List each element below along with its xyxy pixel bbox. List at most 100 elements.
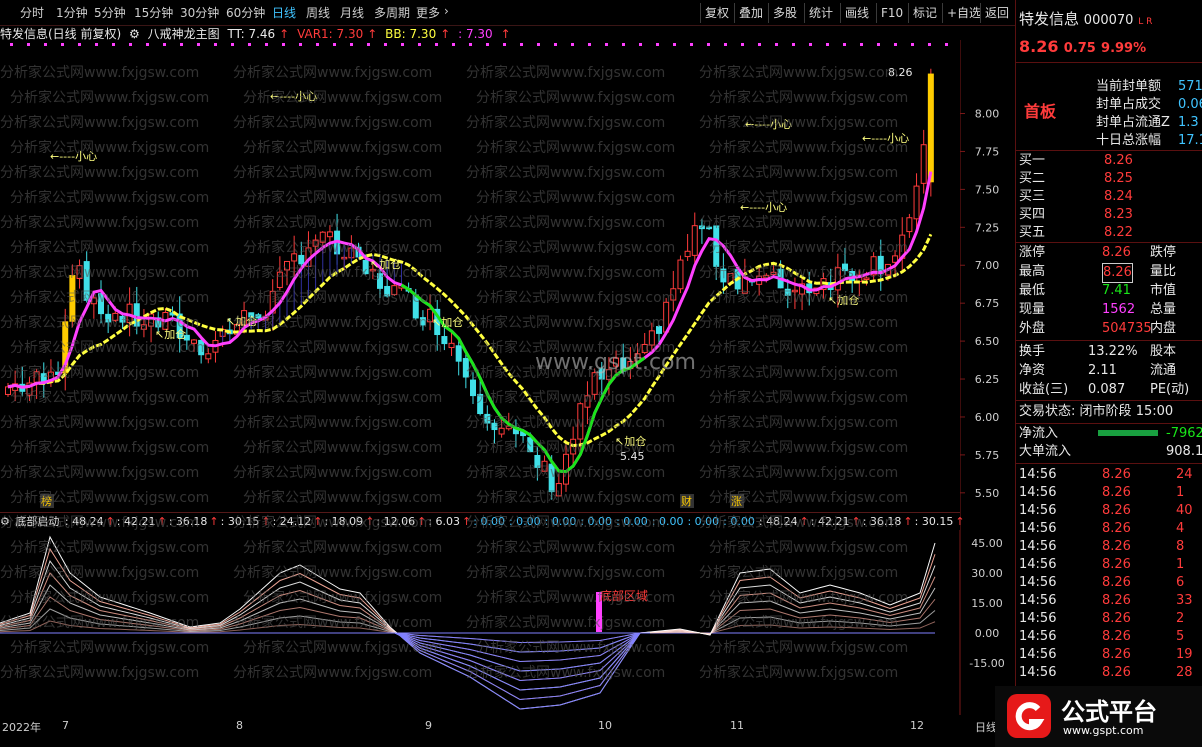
watermark-text: 分析家公式网www.fxjgsw.com bbox=[709, 590, 909, 606]
seal-value: 17.1 bbox=[1178, 133, 1202, 148]
watermark-text: 分析家公式网www.fxjgsw.com bbox=[10, 290, 210, 306]
brand-url: www.gspt.com bbox=[1063, 724, 1144, 737]
multi-stock-button[interactable]: 多股 bbox=[768, 3, 801, 23]
tick-price: 8.26 bbox=[1102, 485, 1131, 500]
watermark-text: 分析家公式网www.fxjgsw.com bbox=[466, 565, 666, 581]
back-button[interactable]: 返回 bbox=[980, 3, 1013, 23]
flow-value: 908.1 bbox=[1166, 444, 1202, 459]
period-tab[interactable]: 60分钟 bbox=[226, 4, 265, 21]
top-marker bbox=[316, 43, 319, 46]
period-tab[interactable]: 1分钟 bbox=[56, 4, 88, 21]
period-switch[interactable]: 日线 bbox=[975, 719, 997, 735]
watermark-text: 分析家公式网www.fxjgsw.com bbox=[233, 115, 433, 131]
top-marker bbox=[112, 43, 115, 46]
top-marker bbox=[469, 43, 472, 46]
tick-price: 8.26 bbox=[1102, 467, 1131, 482]
quote-row: 封单占流通Z 1.3 bbox=[1016, 114, 1202, 132]
watermark-text: 分析家公式网www.fxjgsw.com bbox=[709, 440, 909, 456]
tick-time: 14:56 bbox=[1019, 467, 1057, 482]
stats-button[interactable]: 统计 bbox=[804, 3, 837, 23]
period-tab[interactable]: 多周期 bbox=[374, 4, 410, 21]
price-tick-label: 6.75 bbox=[975, 297, 1000, 310]
watermark-text: 分析家公式网www.fxjgsw.com bbox=[699, 615, 899, 631]
price-change: 0.75 bbox=[1063, 41, 1096, 56]
top-marker bbox=[129, 43, 132, 46]
period-tab[interactable]: 周线 bbox=[306, 4, 330, 21]
top-marker bbox=[452, 43, 455, 46]
quote-row: 收益(三) 0.087 PE(动) bbox=[1016, 381, 1202, 399]
indicator-name[interactable]: 八戒神龙主图 bbox=[148, 27, 220, 41]
quote-row: 14:56 8.26 4 bbox=[1016, 520, 1202, 538]
quote-row: 14:56 8.26 2 bbox=[1016, 610, 1202, 628]
quote-row: 最低 7.41 市值 bbox=[1016, 282, 1202, 300]
watermark-text: 分析家公式网www.fxjgsw.com bbox=[233, 565, 433, 581]
f10-button[interactable]: F10 bbox=[876, 3, 907, 23]
stock-code: 000070 bbox=[1083, 13, 1134, 28]
top-marker bbox=[622, 43, 625, 46]
stat-value: 504735 bbox=[1102, 321, 1152, 336]
price-change-pct: 9.99% bbox=[1101, 41, 1147, 56]
top-marker bbox=[673, 43, 676, 46]
top-marker bbox=[741, 43, 744, 46]
period-tab[interactable]: 15分钟 bbox=[134, 4, 173, 21]
stock-name: 特发信息 bbox=[1019, 10, 1080, 28]
bb-extra: : 7.30 bbox=[458, 27, 493, 41]
watermark-text: www.gspt.com bbox=[535, 350, 696, 375]
date-axis-label: 11 bbox=[730, 719, 744, 732]
quote-row: 封单占成交 0.06 bbox=[1016, 96, 1202, 114]
period-tab[interactable]: 30分钟 bbox=[180, 4, 219, 21]
watermark-text: 分析家公式网www.fxjgsw.com bbox=[0, 515, 200, 531]
period-tab[interactable]: 月线 bbox=[340, 4, 364, 21]
stat-value: 1562 bbox=[1102, 302, 1136, 317]
up-arrow-icon: ↑ bbox=[209, 515, 219, 528]
bid-price: 8.22 bbox=[1104, 225, 1133, 240]
period-tab[interactable]: 5分钟 bbox=[94, 4, 126, 21]
tick-price: 8.26 bbox=[1102, 503, 1131, 518]
tick-time: 14:56 bbox=[1019, 629, 1057, 644]
tick-volume: 5 bbox=[1176, 629, 1185, 644]
tick-time: 14:56 bbox=[1019, 647, 1057, 662]
price-tick-label: 7.50 bbox=[975, 183, 1000, 196]
up-arrow-icon: ↑ bbox=[903, 515, 913, 528]
top-marker bbox=[537, 43, 540, 46]
watermark-text: 分析家公式网www.fxjgsw.com bbox=[233, 515, 433, 531]
sub-indicator-value: : 30.15 bbox=[914, 515, 954, 528]
period-tab-active[interactable]: 日线 bbox=[272, 4, 296, 21]
stat-label: 最低 bbox=[1019, 283, 1046, 298]
watermark-text: 分析家公式网www.fxjgsw.com bbox=[0, 415, 200, 431]
top-marker bbox=[401, 43, 404, 46]
draw-line-button[interactable]: 画线 bbox=[840, 3, 873, 23]
quote-row: 现量 1562 总量 bbox=[1016, 301, 1202, 319]
tick-price: 8.26 bbox=[1102, 575, 1131, 590]
watermark-text: 分析家公式网www.fxjgsw.com bbox=[699, 165, 899, 181]
top-marker bbox=[214, 43, 217, 46]
settings-icon[interactable]: ⚙ bbox=[129, 27, 140, 41]
tick-time: 14:56 bbox=[1019, 539, 1057, 554]
top-marker bbox=[299, 43, 302, 46]
tick-volume: 33 bbox=[1176, 593, 1193, 608]
last-price: 8.26 bbox=[1019, 37, 1059, 56]
period-tab[interactable]: 更多 bbox=[416, 4, 440, 21]
price-tick-label: 6.50 bbox=[975, 335, 1000, 348]
stat-right-label: 股本 bbox=[1150, 344, 1177, 359]
overlay-button[interactable]: 叠加 bbox=[734, 3, 767, 23]
chevron-right-icon[interactable]: › bbox=[444, 4, 449, 18]
period-tab[interactable]: 分时 bbox=[20, 4, 44, 21]
tick-volume: 19 bbox=[1176, 647, 1193, 662]
mark-button[interactable]: 标记 bbox=[908, 3, 941, 23]
quote-row: 涨停 8.26 跌停 bbox=[1016, 244, 1202, 262]
tick-volume: 1 bbox=[1176, 485, 1185, 500]
top-marker bbox=[350, 43, 353, 46]
watermark-text: 分析家公式网www.fxjgsw.com bbox=[699, 465, 899, 481]
restore-button[interactable]: 复权 bbox=[700, 3, 733, 23]
add-watchlist-button[interactable]: +自选 bbox=[942, 3, 985, 23]
stat-value: 8.26 bbox=[1102, 245, 1131, 260]
tick-time: 14:56 bbox=[1019, 575, 1057, 590]
quote-price-row: 8.26 0.75 9.99% bbox=[1016, 36, 1202, 58]
watermark-text: 分析家公式网www.fxjgsw.com bbox=[699, 665, 899, 681]
quote-row: 14:56 8.26 40 bbox=[1016, 502, 1202, 520]
watermark-text: 分析家公式网www.fxjgsw.com bbox=[709, 540, 909, 556]
brand-g-icon bbox=[1007, 694, 1051, 738]
chart-annotation: ↖加仓 bbox=[432, 315, 463, 329]
sub-indicator-value: : 6.03 bbox=[428, 515, 461, 528]
